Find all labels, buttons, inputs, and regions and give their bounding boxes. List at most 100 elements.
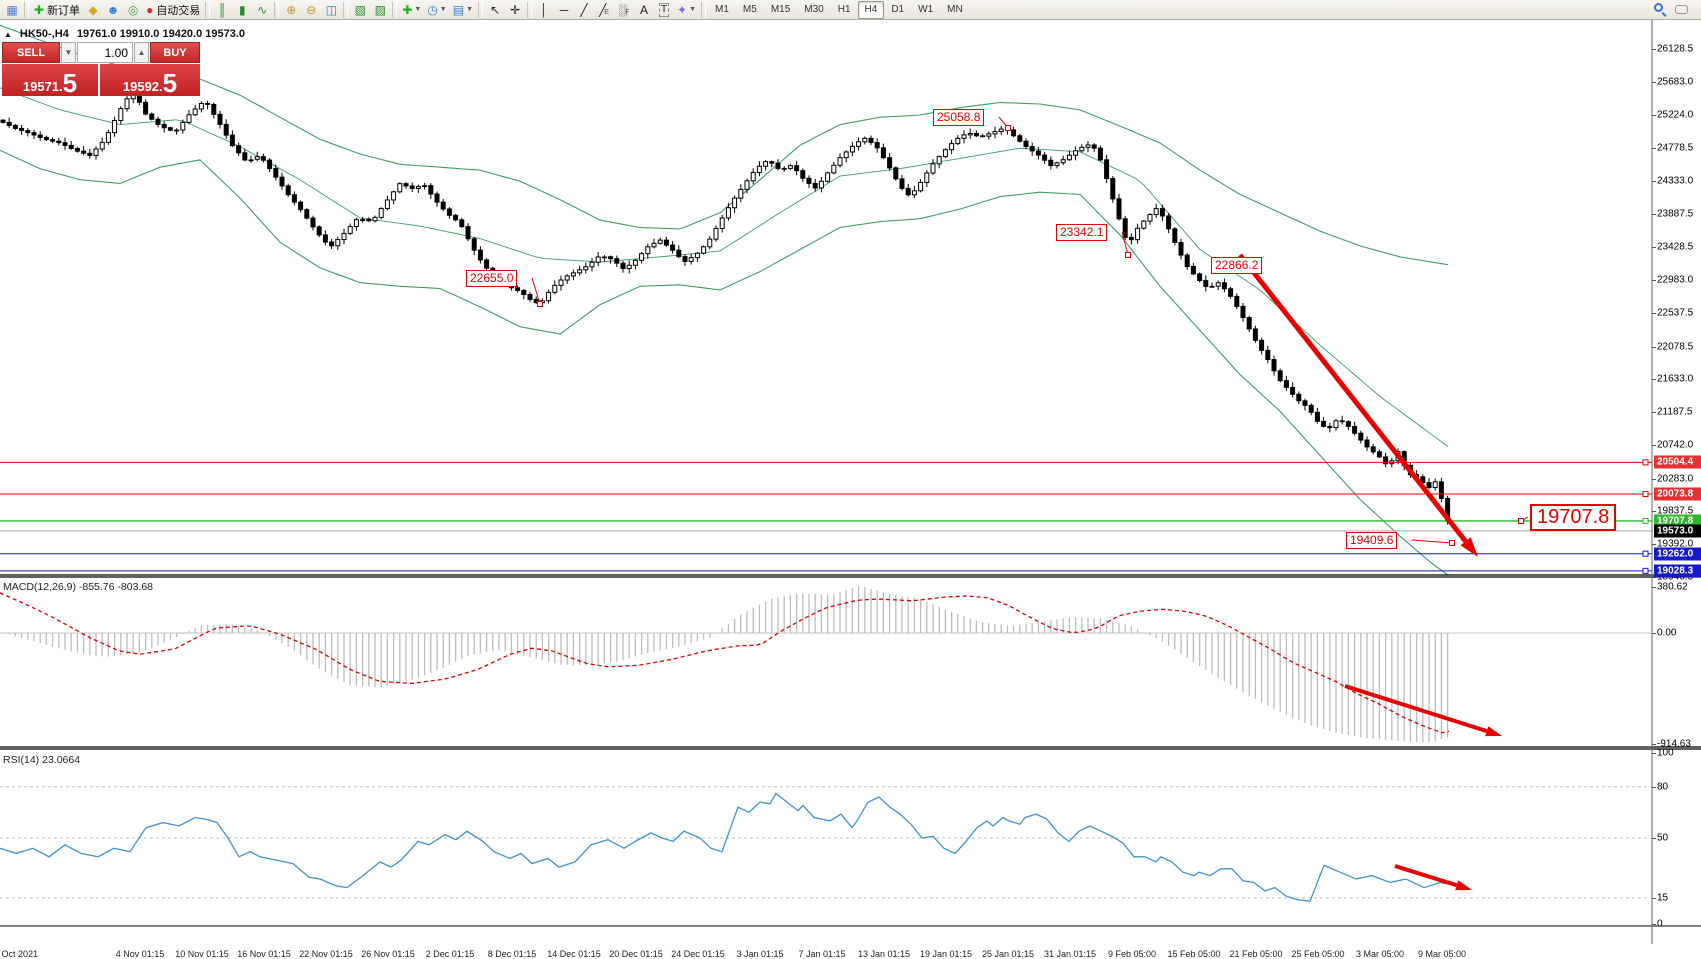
search-icon[interactable] [1654, 3, 1667, 16]
hline-handle[interactable] [1643, 492, 1648, 497]
price-tick-label[interactable]: 20283.0 [1657, 473, 1693, 484]
time-label[interactable]: 16 Nov 01:15 [237, 949, 291, 959]
time-label[interactable]: 31 Jan 01:15 [1044, 949, 1096, 959]
candlestick-icon[interactable]: ▮ [232, 1, 252, 19]
annotation-anchor[interactable] [1450, 541, 1455, 546]
chart-canvas[interactable] [0, 20, 1701, 944]
timeframe-w1[interactable]: W1 [911, 1, 940, 19]
volume-decrement-button[interactable]: ▼ [61, 42, 76, 63]
time-label[interactable]: 25 Jan 01:15 [982, 949, 1034, 959]
chart-shift-icon[interactable]: ▨ [370, 1, 390, 19]
crosshair-icon[interactable]: ✛ [505, 1, 525, 19]
charts-tile-icon[interactable]: ▦ [2, 1, 22, 19]
volume-increment-button[interactable]: ▲ [134, 42, 149, 63]
auto-trading-button[interactable]: ●自动交易 [143, 1, 203, 19]
price-tick-label[interactable]: 25224.0 [1657, 110, 1693, 121]
timeframe-h4[interactable]: H4 [858, 1, 885, 19]
time-label[interactable]: 3 Mar 05:00 [1356, 949, 1404, 959]
annotation-anchor[interactable] [1126, 253, 1131, 258]
time-label[interactable]: 25 Feb 05:00 [1291, 949, 1344, 959]
time-label[interactable]: 22 Nov 01:15 [299, 949, 353, 959]
hline-icon[interactable]: ─ [554, 1, 574, 19]
time-label[interactable]: 24 Dec 01:15 [671, 949, 725, 959]
price-tick-label[interactable]: 22537.5 [1657, 307, 1693, 318]
rsi-tick-label[interactable]: 0 [1657, 918, 1663, 929]
rsi-tick-label[interactable]: 80 [1657, 781, 1668, 792]
buy-button[interactable]: BUY [150, 42, 200, 63]
price-annotation-25058.8[interactable]: 25058.8 [933, 109, 984, 126]
time-label[interactable]: 4 Nov 01:15 [116, 949, 165, 959]
cursor-icon[interactable]: ↖ [485, 1, 505, 19]
price-tick-label[interactable]: 21187.5 [1657, 407, 1692, 418]
vline-icon[interactable]: │ [534, 1, 554, 19]
annotation-anchor[interactable] [538, 302, 543, 307]
price-tick-label[interactable]: 26128.5 [1657, 44, 1693, 55]
sell-button[interactable]: SELL [2, 42, 60, 63]
timeframe-d1[interactable]: D1 [884, 1, 911, 19]
time-label[interactable]: 9 Oct 2021 [0, 949, 38, 959]
price-tick-label[interactable]: 24333.0 [1657, 175, 1693, 186]
channel-icon[interactable]: ╱E [594, 1, 614, 19]
notifications-icon[interactable]: 1 [1675, 3, 1691, 16]
timeframe-m15[interactable]: M15 [764, 1, 797, 19]
timeframe-m1[interactable]: M1 [708, 1, 736, 19]
trend-arrow-rsi[interactable] [1395, 866, 1457, 885]
price-annotation-22655.0[interactable]: 22655.0 [466, 270, 517, 287]
hline-handle[interactable] [1643, 551, 1648, 556]
time-label[interactable]: 15 Feb 05:00 [1167, 949, 1220, 959]
label-icon[interactable]: T [654, 1, 674, 19]
annotation-anchor[interactable] [1519, 519, 1524, 524]
hline-handle[interactable] [1643, 460, 1648, 465]
time-label[interactable]: 21 Feb 05:00 [1229, 949, 1282, 959]
chevron-down-icon[interactable]: ▼ [414, 6, 421, 13]
timeframe-mn[interactable]: MN [940, 1, 970, 19]
volume-input[interactable]: 1.00 [77, 42, 133, 63]
text-icon[interactable]: A [634, 1, 654, 19]
price-tick-label[interactable]: 22983.0 [1657, 275, 1693, 286]
zoom-in-icon[interactable]: ⊕ [281, 1, 301, 19]
fibonacci-icon[interactable]: ░F [614, 1, 634, 19]
time-label[interactable]: 3 Jan 01:15 [736, 949, 783, 959]
price-annotation-22866.2[interactable]: 22866.2 [1211, 257, 1262, 274]
add-indicator-icon[interactable]: ✚▼ [399, 1, 424, 19]
market-watch-icon[interactable]: ◆ [83, 1, 103, 19]
chevron-down-icon[interactable]: ▼ [466, 6, 473, 13]
timeframe-m5[interactable]: M5 [736, 1, 764, 19]
time-label[interactable]: 13 Jan 01:15 [858, 949, 910, 959]
shapes-icon[interactable]: ✦▼ [674, 1, 699, 19]
time-label[interactable]: 19 Jan 01:15 [920, 949, 972, 959]
bar-chart-icon[interactable]: ║ [212, 1, 232, 19]
time-label[interactable]: 2 Dec 01:15 [426, 949, 475, 959]
hline-handle[interactable] [1643, 568, 1648, 573]
time-label[interactable]: 9 Mar 05:00 [1418, 949, 1466, 959]
time-label[interactable]: 14 Dec 01:15 [547, 949, 601, 959]
price-annotation-23342.1[interactable]: 23342.1 [1056, 224, 1107, 241]
price-annotation-19409.6[interactable]: 19409.6 [1346, 532, 1397, 549]
time-label[interactable]: 26 Nov 01:15 [361, 949, 415, 959]
annotation-anchor[interactable] [1006, 126, 1011, 131]
hline-handle[interactable] [1643, 518, 1648, 523]
rsi-tick-label[interactable]: 50 [1657, 833, 1668, 844]
new-order-button[interactable]: ✚新订单 [31, 1, 83, 19]
price-annotation-19707.8[interactable]: 19707.8 [1530, 504, 1616, 531]
price-tick-label[interactable]: 23887.5 [1657, 208, 1693, 219]
chevron-down-icon[interactable]: ▼ [689, 6, 696, 13]
trend-arrow-main[interactable] [1240, 255, 1466, 541]
sell-price[interactable]: 19571.5 [2, 64, 98, 96]
rsi-tick-label[interactable]: 15 [1657, 892, 1668, 903]
time-label[interactable]: 7 Jan 01:15 [798, 949, 845, 959]
time-label[interactable]: 9 Feb 05:00 [1108, 949, 1156, 959]
time-label[interactable]: 10 Nov 01:15 [175, 949, 229, 959]
macd-tick-label[interactable]: 0.00 [1657, 628, 1676, 639]
price-tick-label[interactable]: 23428.5 [1657, 242, 1693, 253]
tile-windows-icon[interactable]: ◫ [321, 1, 341, 19]
chevron-down-icon[interactable]: ▼ [440, 6, 447, 13]
trend-arrow-macd[interactable] [1345, 686, 1487, 731]
periods-icon[interactable]: ◷▼ [424, 1, 449, 19]
chart-area[interactable]: ▲ HK50-,H4 19761.0 19910.0 19420.0 19573… [0, 20, 1701, 944]
rsi-tick-label[interactable]: 100 [1657, 747, 1674, 758]
line-chart-icon[interactable]: ∿ [252, 1, 272, 19]
zoom-out-icon[interactable]: ⊖ [301, 1, 321, 19]
buy-price[interactable]: 19592.5 [100, 64, 200, 96]
signals-icon[interactable]: ◎ [123, 1, 143, 19]
